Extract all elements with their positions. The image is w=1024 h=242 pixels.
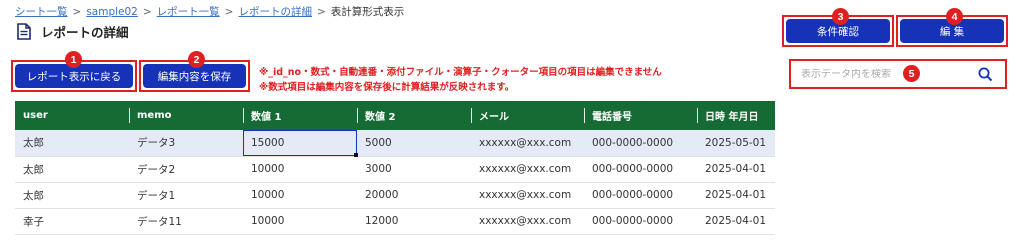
annotation-badge-1: 1	[65, 51, 82, 68]
table-row[interactable]: 太郎 データ2 10000 3000 xxxxxx@xxx.com 000-00…	[15, 156, 775, 183]
table-cell[interactable]: 12000	[357, 208, 471, 235]
table-cell[interactable]: 10000	[243, 182, 357, 209]
column-header-date[interactable]: 日時 年月日	[697, 101, 775, 130]
data-table: user memo 数値 1 数値 2 メール 電話番号 日時 年月日 太郎 デ…	[15, 101, 775, 235]
page-header: レポートの詳細	[17, 22, 129, 41]
table-cell[interactable]: 5000	[357, 130, 471, 157]
breadcrumb: シート一覧 > sample02 > レポート一覧 > レポートの詳細 > 表計算形式表示	[15, 4, 404, 19]
table-cell[interactable]: 太郎	[15, 156, 129, 183]
search-input[interactable]	[801, 68, 951, 80]
table-cell[interactable]: 幸子	[15, 208, 129, 235]
breadcrumb-link-report-list[interactable]: レポート一覧	[157, 6, 220, 18]
table-cell[interactable]: xxxxxx@xxx.com	[471, 182, 584, 209]
breadcrumb-link-report-detail[interactable]: レポートの詳細	[238, 6, 312, 18]
annotation-badge-3: 3	[832, 8, 849, 25]
table-cell[interactable]: 2025-04-01	[697, 182, 775, 209]
table-cell[interactable]: xxxxxx@xxx.com	[471, 156, 584, 183]
notice-formula-recalc: ※数式項目は編集内容を保存後に計算結果が反映されます。	[259, 82, 515, 93]
notice-non-editable: ※_id_no・数式・自動連番・添付ファイル・演算子・クォーター項目の項目は編集…	[259, 67, 662, 78]
table-cell[interactable]: データ2	[129, 156, 243, 183]
table-cell[interactable]: 000-0000-0000	[584, 130, 697, 157]
table-cell[interactable]: 太郎	[15, 182, 129, 209]
breadcrumb-link-sample02[interactable]: sample02	[86, 6, 138, 18]
page-title: レポートの詳細	[41, 25, 129, 40]
table-cell[interactable]: 000-0000-0000	[584, 208, 697, 235]
table-cell[interactable]: 000-0000-0000	[584, 182, 697, 209]
table-cell[interactable]: 20000	[357, 182, 471, 209]
annotation-badge-2: 2	[188, 51, 205, 68]
table-cell[interactable]: xxxxxx@xxx.com	[471, 130, 584, 157]
table-cell[interactable]: 3000	[357, 156, 471, 183]
table-cell[interactable]: 2025-04-01	[697, 156, 775, 183]
breadcrumb-separator: >	[316, 6, 326, 18]
table-cell[interactable]: データ1	[129, 182, 243, 209]
breadcrumb-link-sheet-list[interactable]: シート一覧	[15, 6, 68, 18]
table-row[interactable]: 太郎 データ1 10000 20000 xxxxxx@xxx.com 000-0…	[15, 182, 775, 209]
table-cell[interactable]: 10000	[243, 208, 357, 235]
document-icon	[17, 23, 31, 40]
column-header-number-1[interactable]: 数値 1	[243, 101, 357, 130]
table-cell[interactable]: データ11	[129, 208, 243, 235]
column-header-number-2[interactable]: 数値 2	[357, 101, 471, 130]
table-row[interactable]: 太郎 データ3 15000 5000 xxxxxx@xxx.com 000-00…	[15, 130, 775, 157]
column-header-memo[interactable]: memo	[129, 101, 243, 130]
table-cell[interactable]: 太郎	[15, 130, 129, 157]
column-header-user[interactable]: user	[15, 101, 129, 130]
search-box	[789, 59, 1007, 89]
annotation-badge-4: 4	[946, 8, 963, 25]
search-icon[interactable]	[978, 67, 993, 86]
breadcrumb-current: 表計算形式表示	[330, 6, 405, 18]
breadcrumb-separator: >	[142, 6, 152, 18]
breadcrumb-separator: >	[224, 6, 234, 18]
table-header-row: user memo 数値 1 数値 2 メール 電話番号 日時 年月日	[15, 101, 775, 130]
breadcrumb-separator: >	[72, 6, 82, 18]
table-cell[interactable]: xxxxxx@xxx.com	[471, 208, 584, 235]
column-header-email[interactable]: メール	[471, 101, 584, 130]
table-cell[interactable]: データ3	[129, 130, 243, 157]
fill-handle[interactable]	[354, 152, 358, 157]
table-cell[interactable]: 2025-05-01	[697, 130, 775, 157]
table-cell-active[interactable]: 15000	[243, 130, 358, 157]
table-row[interactable]: 幸子 データ11 10000 12000 xxxxxx@xxx.com 000-…	[15, 208, 775, 235]
table-cell[interactable]: 2025-04-01	[697, 208, 775, 235]
annotation-badge-5: 5	[903, 65, 920, 82]
table-cell[interactable]: 10000	[243, 156, 357, 183]
column-header-phone[interactable]: 電話番号	[584, 101, 697, 130]
table-cell[interactable]: 000-0000-0000	[584, 156, 697, 183]
